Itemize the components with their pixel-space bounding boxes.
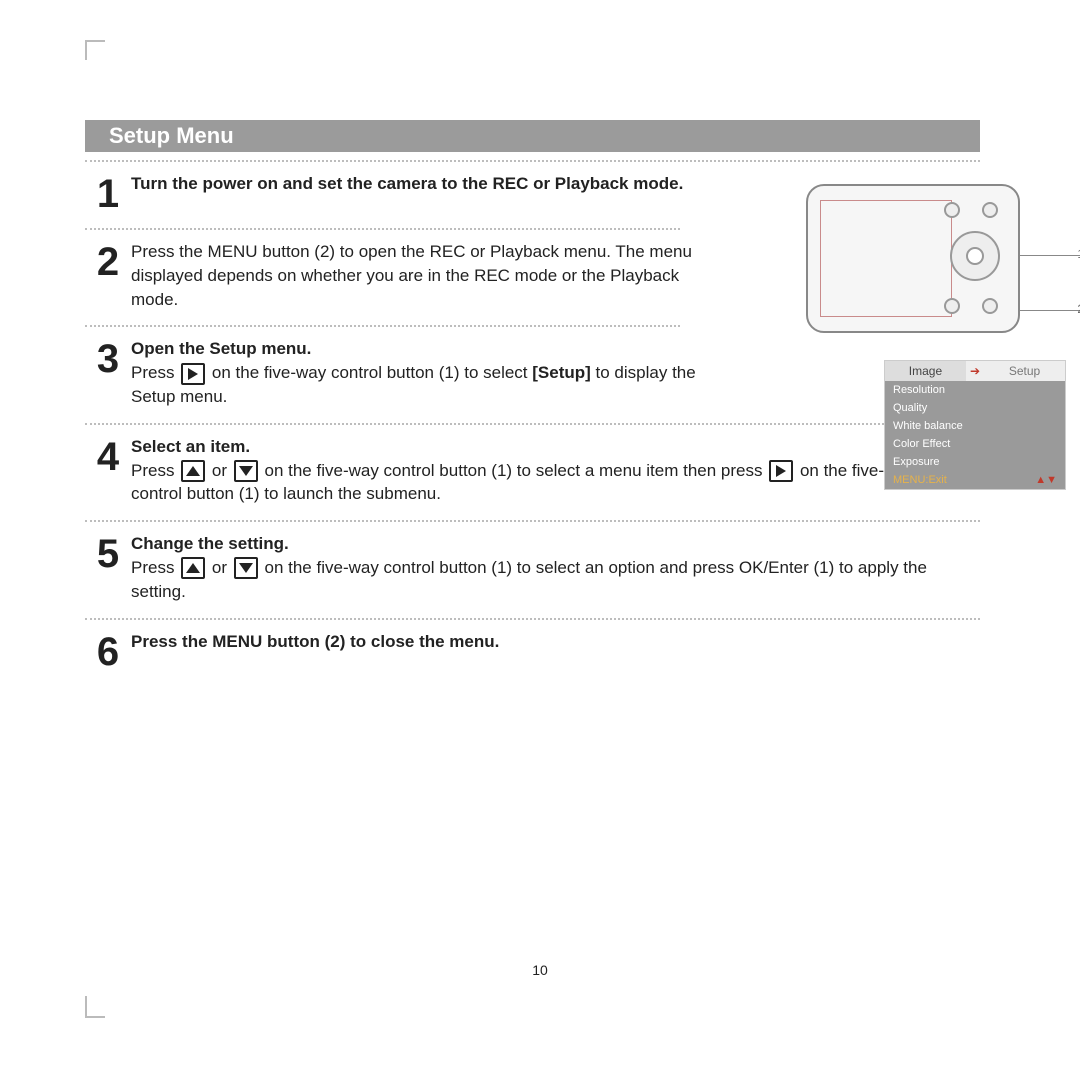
step-text: Press [131,558,179,577]
step-head: Turn the power on and set the camera to … [131,174,683,193]
step-text: Press [131,461,179,480]
step-number: 5 [85,532,131,574]
menu-tab-image: Image [885,361,966,381]
menu-item: Color Effect [885,435,1065,453]
step-number: 4 [85,435,131,477]
step-head: Select an item. [131,437,250,456]
up-icon [181,460,205,482]
arrow-right-icon: ➔ [966,364,984,378]
menu-item: Quality [885,399,1065,417]
menu-item: Resolution [885,381,1065,399]
step-number: 6 [85,630,131,672]
menu-tab-setup: Setup [984,361,1065,381]
right-icon [769,460,793,482]
step-head: Change the setting. [131,534,289,553]
menu-item: Exposure [885,453,1065,471]
step-text: or [212,461,232,480]
step-6: 6 Press the MENU button (2) to close the… [85,620,980,686]
page-title: Setup Menu [85,120,980,152]
step-3: 3 Open the Setup menu. Press on the five… [85,327,980,422]
step-head: Open the Setup menu. [131,339,311,358]
down-icon [234,557,258,579]
step-number: 2 [85,240,131,282]
up-icon [181,557,205,579]
page-number: 10 [0,962,1080,978]
step-number: 3 [85,337,131,379]
menu-footer-exit: MENU:Exit [893,474,947,486]
pointer-line [1020,255,1080,256]
step-number: 1 [85,172,131,214]
step-5: 5 Change the setting. Press or on the fi… [85,522,980,617]
step-text: on the five-way control button (1) to se… [212,363,532,382]
setup-ref: [Setup] [532,363,591,382]
crop-mark [85,1016,105,1018]
down-icon [234,460,258,482]
step-text: Press [131,363,179,382]
crop-mark [85,996,87,1016]
up-down-icon: ▲▼ [1035,474,1057,486]
menu-item: White balance [885,417,1065,435]
pointer-line [1020,310,1080,311]
step-text: or [212,558,232,577]
right-icon [181,363,205,385]
menu-screenshot: Image ➔ Setup Resolution Quality White b… [884,360,1066,490]
step-4: 4 Select an item. Press or on the five-w… [85,425,980,520]
step-head: Press the MENU button (2) to close the m… [131,632,499,651]
step-text: on the five-way control button (1) to se… [265,461,768,480]
